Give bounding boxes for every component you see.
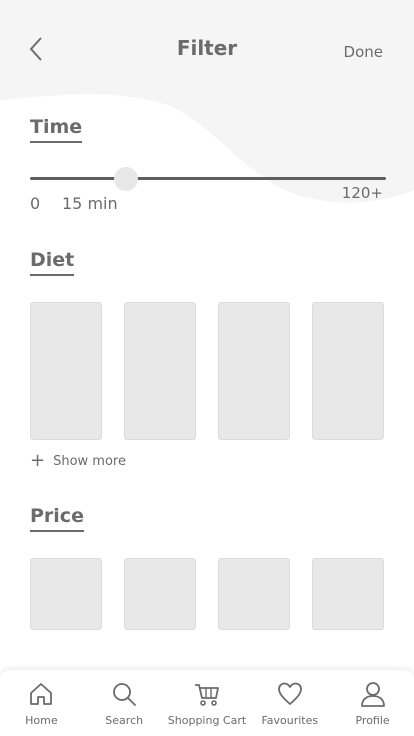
diet-option-card[interactable] (124, 302, 196, 440)
nav-label-favourites: Favourites (261, 714, 319, 727)
diet-heading-label: Diet (30, 249, 75, 271)
bottom-nav: Home Search Shopping Cart Favourites Pro… (0, 670, 414, 736)
show-more-label: Show more (53, 453, 126, 469)
header: Filter Done (0, 0, 414, 96)
slider-value-label: 15 min (62, 194, 118, 213)
home-icon (30, 683, 53, 705)
diet-options (30, 302, 384, 440)
diet-option-card[interactable] (218, 302, 290, 440)
nav-label-profile: Profile (355, 714, 390, 727)
nav-item-shopping-cart[interactable]: Shopping Cart (166, 670, 249, 736)
time-heading-underline (30, 141, 83, 143)
price-heading-label: Price (30, 505, 84, 527)
plus-icon: + (30, 450, 46, 471)
price-heading-underline (30, 530, 84, 532)
time-heading: Time (30, 116, 83, 143)
diet-option-card[interactable] (30, 302, 102, 440)
nav-label-search: Search (105, 714, 144, 727)
cart-icon (194, 684, 219, 706)
diet-heading-underline (30, 274, 75, 276)
diet-option-card[interactable] (312, 302, 384, 440)
slider-min-label: 0 (30, 194, 41, 213)
nav-item-home[interactable]: Home (0, 670, 83, 736)
price-heading: Price (30, 505, 84, 532)
nav-label-home: Home (25, 714, 58, 727)
price-options (30, 558, 384, 630)
slider-track (30, 177, 386, 180)
time-heading-label: Time (30, 116, 83, 138)
search-icon (113, 683, 137, 706)
slider-thumb[interactable] (113, 167, 138, 191)
heart-icon (277, 682, 302, 705)
done-button[interactable]: Done (344, 43, 383, 61)
nav-item-profile[interactable]: Profile (331, 670, 414, 736)
price-option-card[interactable] (312, 558, 384, 630)
nav-item-favourites[interactable]: Favourites (248, 670, 331, 736)
time-slider[interactable] (30, 166, 386, 192)
price-option-card[interactable] (218, 558, 290, 630)
nav-item-search[interactable]: Search (83, 670, 166, 736)
show-more-button[interactable]: + Show more (30, 452, 126, 470)
user-icon (360, 682, 385, 707)
nav-label-shopping-cart: Shopping Cart (167, 714, 247, 727)
diet-heading: Diet (30, 249, 75, 276)
price-option-card[interactable] (124, 558, 196, 630)
slider-max-label: 120+ (341, 184, 383, 202)
price-option-card[interactable] (30, 558, 102, 630)
